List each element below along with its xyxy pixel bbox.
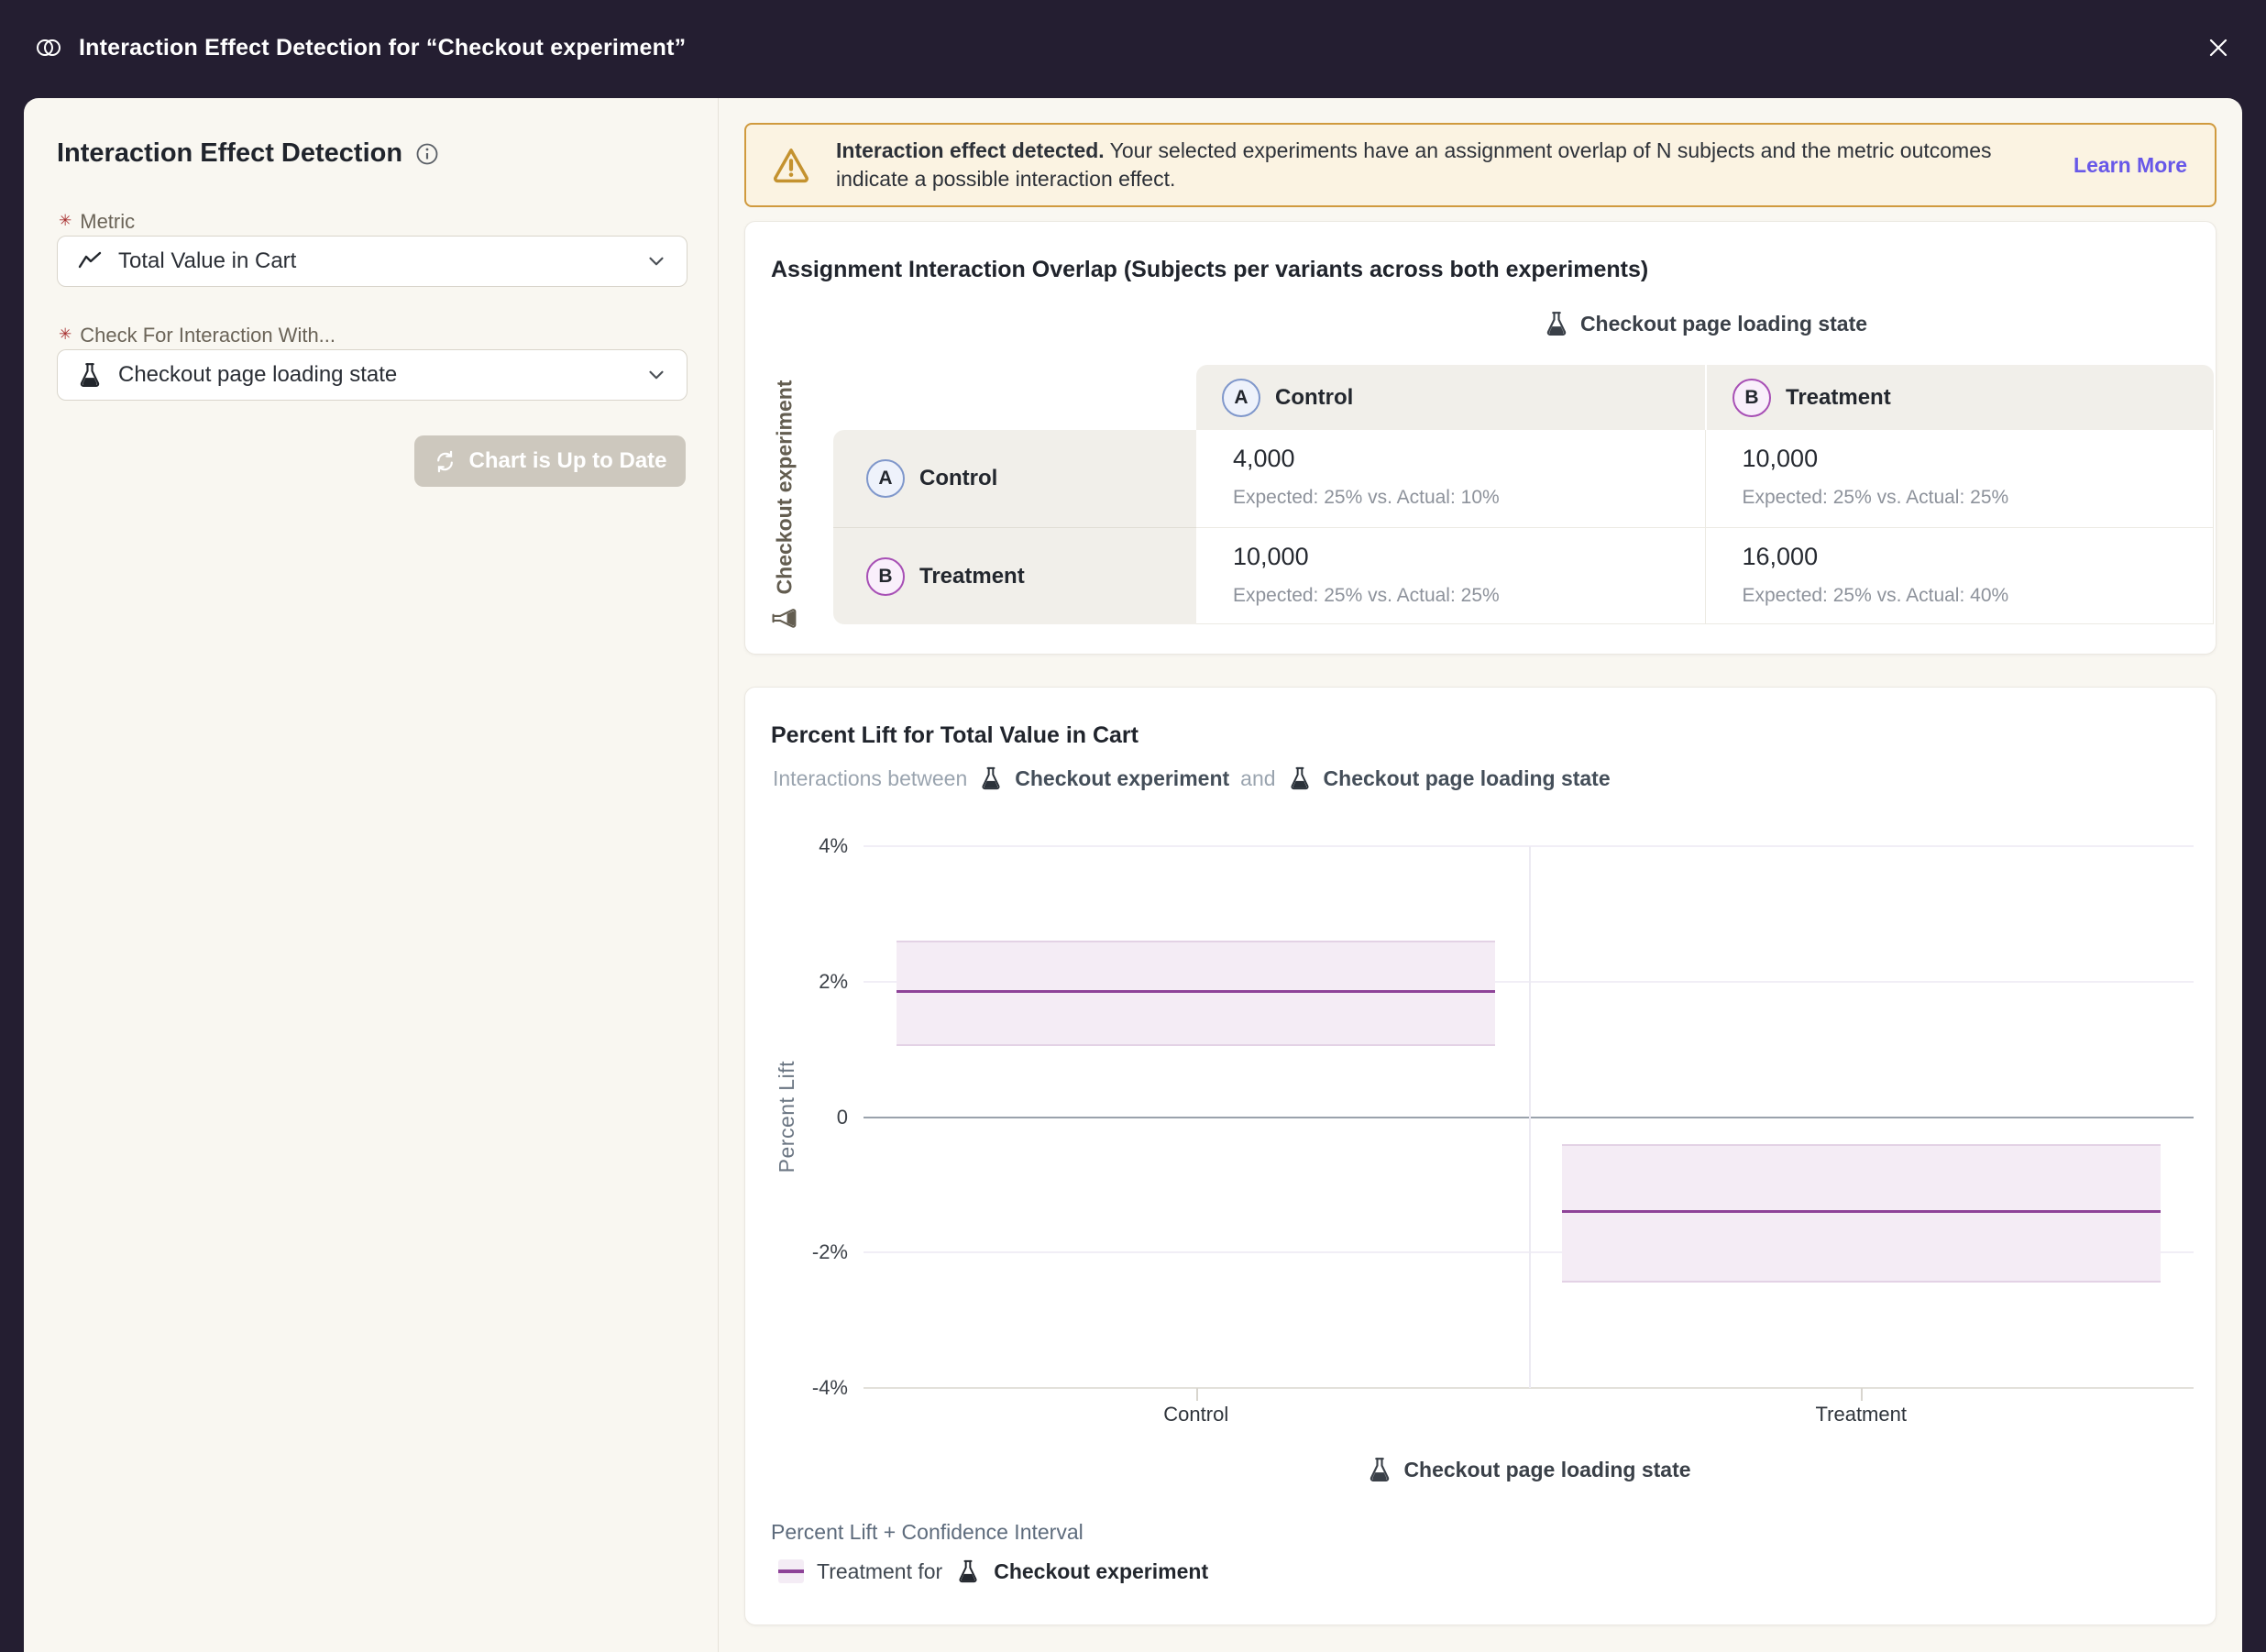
confidence-band bbox=[1562, 1144, 2161, 1283]
modal-titlebar: Interaction Effect Detection for “Checko… bbox=[0, 0, 2266, 95]
category-divider bbox=[1529, 846, 1531, 1388]
x-tick-label: Control bbox=[1163, 1403, 1228, 1426]
plot-area bbox=[864, 846, 2194, 1388]
row-header-control: A Control bbox=[833, 430, 1196, 527]
flask-icon bbox=[1287, 765, 1313, 791]
learn-more-link[interactable]: Learn More bbox=[2074, 153, 2187, 178]
chart-subtitle: Interactions between Checkout experiment… bbox=[773, 763, 1611, 794]
cell-control-control: 4,000 Expected: 25% vs. Actual: 10% bbox=[1196, 430, 1705, 527]
x-tick-label: Treatment bbox=[1816, 1403, 1907, 1426]
chart-up-to-date-button[interactable]: Chart is Up to Date bbox=[414, 435, 686, 487]
results-panel: Interaction effect detected. Your select… bbox=[718, 98, 2242, 1652]
y-tick-label: -2% bbox=[812, 1240, 848, 1264]
legend-title: Percent Lift + Confidence Interval bbox=[771, 1520, 1084, 1545]
modal-title: Interaction Effect Detection for “Checko… bbox=[79, 35, 686, 61]
metric-select[interactable]: Total Value in Cart bbox=[57, 236, 688, 287]
x-tick-labels: Control Treatment bbox=[864, 1403, 2194, 1430]
y-tick-labels: 4%2%0-2%-4% bbox=[745, 846, 848, 1388]
sync-icon bbox=[433, 449, 457, 474]
metric-field-label: ✳ Metric bbox=[59, 210, 135, 234]
close-icon[interactable] bbox=[2202, 31, 2235, 64]
column-header-treatment: B Treatment bbox=[1705, 365, 2214, 430]
row-experiment-label: Checkout experiment bbox=[754, 369, 813, 644]
column-experiment-label: Checkout page loading state bbox=[1196, 310, 2214, 337]
metric-icon bbox=[76, 248, 104, 275]
column-header-control: A Control bbox=[1196, 365, 1705, 430]
warning-text: Interaction effect detected. Your select… bbox=[836, 137, 2037, 193]
chart-title: Percent Lift for Total Value in Cart bbox=[771, 722, 1138, 749]
overlap-title: Assignment Interaction Overlap (Subjects… bbox=[771, 257, 1648, 283]
y-tick-label: -4% bbox=[812, 1376, 848, 1400]
chevron-down-icon bbox=[644, 249, 668, 273]
row-headers: A Control B Treatment bbox=[833, 430, 1196, 624]
variant-badge-b: B bbox=[866, 557, 905, 596]
percent-lift-card: Percent Lift for Total Value in Cart Int… bbox=[744, 687, 2216, 1625]
y-tick-label: 2% bbox=[819, 970, 848, 994]
interaction-select-value: Checkout page loading state bbox=[118, 362, 630, 388]
mean-lift-line bbox=[1562, 1210, 2161, 1213]
variant-badge-a: A bbox=[866, 459, 905, 498]
x-axis-tick bbox=[1861, 1388, 1863, 1401]
x-axis-tick bbox=[1196, 1388, 1198, 1401]
overlap-cells: 4,000 Expected: 25% vs. Actual: 10% 10,0… bbox=[1196, 430, 2214, 624]
variant-badge-b: B bbox=[1732, 379, 1771, 417]
confidence-band bbox=[896, 941, 1495, 1046]
metric-select-value: Total Value in Cart bbox=[118, 248, 630, 274]
assignment-overlap-card: Assignment Interaction Overlap (Subjects… bbox=[744, 221, 2216, 655]
flask-icon bbox=[1543, 310, 1570, 337]
variant-badge-a: A bbox=[1222, 379, 1260, 417]
flask-icon bbox=[770, 604, 798, 632]
flask-icon bbox=[76, 361, 104, 389]
confidence-interval-swatch bbox=[778, 1559, 804, 1583]
legend-item: Treatment for Checkout experiment bbox=[778, 1558, 1208, 1584]
y-tick-label: 0 bbox=[837, 1106, 848, 1129]
panel-heading: Interaction Effect Detection bbox=[57, 138, 402, 169]
info-icon[interactable] bbox=[415, 142, 439, 166]
warning-icon bbox=[770, 145, 812, 185]
x-axis-experiment-label: Checkout page loading state bbox=[864, 1456, 2194, 1483]
interaction-field-label: ✳ Check For Interaction With... bbox=[59, 324, 336, 347]
mean-lift-line bbox=[896, 990, 1495, 993]
interaction-select[interactable]: Checkout page loading state bbox=[57, 349, 688, 401]
flask-icon bbox=[955, 1558, 981, 1584]
chevron-down-icon bbox=[644, 363, 668, 387]
cell-control-treatment: 10,000 Expected: 25% vs. Actual: 25% bbox=[1705, 430, 2214, 527]
flask-icon bbox=[978, 765, 1004, 791]
required-marker: ✳ bbox=[59, 327, 72, 343]
required-marker: ✳ bbox=[59, 214, 72, 229]
cell-treatment-treatment: 16,000 Expected: 25% vs. Actual: 40% bbox=[1705, 527, 2214, 624]
modal-card: Interaction Effect Detection ✳ Metric To… bbox=[24, 98, 2242, 1652]
config-panel: Interaction Effect Detection ✳ Metric To… bbox=[24, 98, 719, 1652]
y-tick-label: 4% bbox=[819, 834, 848, 858]
cell-treatment-control: 10,000 Expected: 25% vs. Actual: 25% bbox=[1196, 527, 1705, 624]
flask-icon bbox=[1366, 1456, 1393, 1483]
column-headers: A Control B Treatment bbox=[1196, 365, 2214, 430]
row-header-treatment: B Treatment bbox=[833, 527, 1196, 624]
venn-diagram-icon bbox=[35, 34, 62, 61]
interaction-warning-banner: Interaction effect detected. Your select… bbox=[744, 123, 2216, 207]
